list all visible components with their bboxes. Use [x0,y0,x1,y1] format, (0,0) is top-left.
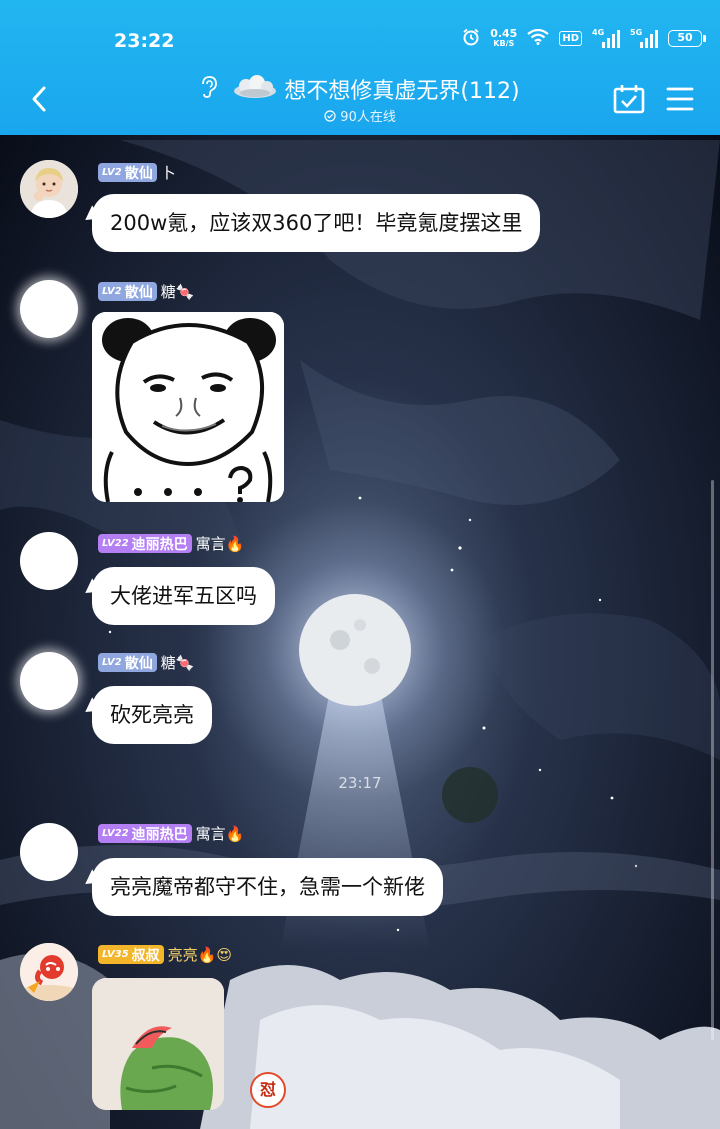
sender-info: LV2 散仙 糖🍬 [98,281,194,302]
signal-5g-icon: 5G [630,28,658,48]
hd-voice-icon: HD [559,31,582,46]
sender-info: LV22 迪丽热巴 寓言🔥 [98,823,244,844]
calendar-icon[interactable] [613,84,645,114]
status-icons: 0.45 KB/S HD 4G 5G 50 [462,26,706,49]
member-level-badge: LV22 迪丽热巴 [98,824,192,843]
alarm-icon [462,28,480,49]
scrollbar[interactable] [711,480,714,1040]
member-level-badge: LV2 散仙 [98,282,157,301]
sender-name: 寓言🔥 [195,825,245,843]
member-level-badge: LV22 迪丽热巴 [98,534,192,553]
status-time: 23:22 [114,30,175,52]
message-timestamp: 23:17 [338,774,382,792]
network-speed: 0.45 KB/S [490,26,518,48]
signal-4g-icon: 4G [592,28,620,48]
menu-icon[interactable] [666,86,694,112]
ear-icon [200,75,218,104]
reaction-button[interactable]: 怼 [250,1072,286,1108]
avatar[interactable] [20,280,78,338]
sender-info: LV2 散仙 糖🍬 [98,652,194,673]
check-circle-icon [324,110,340,125]
sender-name: 糖🍬 [160,283,195,301]
cloud-icon [232,74,278,105]
sender-name: 糖🍬 [160,654,195,672]
sender-name: 寓言🔥 [195,535,245,553]
top-bar: 23:22 0.45 KB/S HD 4G 5G 50 想不想修真虚无界(112… [0,0,720,135]
avatar[interactable] [20,652,78,710]
group-title[interactable]: 想不想修真虚无界(112) [0,73,720,105]
member-level-badge: LV2 散仙 [98,163,157,182]
member-level-badge: LV2 散仙 [98,653,157,672]
message-bubble[interactable]: 大佬进军五区吗 [92,567,275,625]
message-bubble[interactable]: 砍死亮亮 [92,686,212,744]
sender-name: 亮亮🔥😍 [167,946,232,964]
sender-info: LV35 叔叔 亮亮🔥😍 [98,944,232,965]
sender-name: 卜 [160,164,176,182]
message-bubble[interactable]: 200w氪，应该双360了吧！毕竟氪度摆这里 [92,194,541,252]
sender-info: LV2 散仙 卜 [98,162,176,183]
group-name: 想不想修真虚无界(112) [284,79,520,104]
member-level-badge: LV35 叔叔 [98,945,164,964]
sender-info: LV22 迪丽热巴 寓言🔥 [98,533,244,554]
avatar[interactable] [20,160,78,218]
battery-icon: 50 [668,30,706,47]
online-count: 90人在线 [0,106,720,125]
avatar[interactable] [20,532,78,590]
avatar[interactable] [20,823,78,881]
frog-sticker[interactable] [92,978,224,1110]
panda-sticker[interactable] [92,312,284,502]
avatar[interactable] [20,943,78,1001]
wifi-icon [527,28,550,48]
message-bubble[interactable]: 亮亮魔帝都守不住，急需一个新佬 [92,858,443,916]
